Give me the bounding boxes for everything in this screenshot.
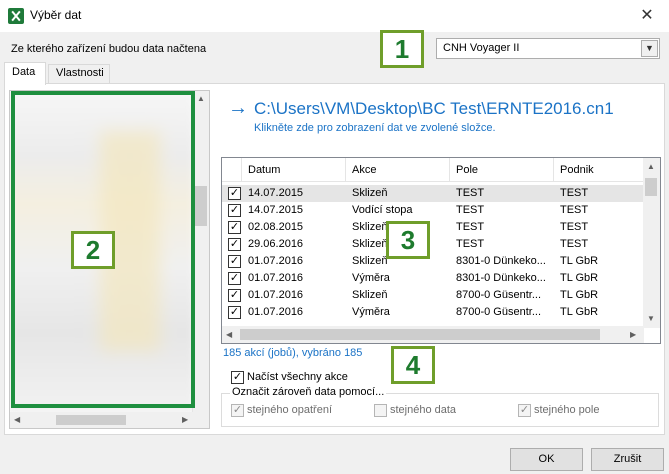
table-row[interactable]: ✓ 01.07.2016 Sklizeň 8700-0 Güsentr... T… [222, 287, 644, 304]
cell-action: Sklizeň [352, 187, 388, 199]
tab-properties[interactable]: Vlastnosti [48, 64, 110, 83]
folder-tree-horizontal-scrollbar[interactable]: ◀ ▶ [10, 412, 209, 428]
scroll-thumb[interactable] [56, 415, 126, 425]
scroll-left-icon[interactable]: ◀ [226, 330, 232, 339]
cell-company: TEST [560, 238, 589, 250]
cell-action: Sklizeň [352, 221, 388, 233]
device-label: Ze kterého zařízení budou data načtena [11, 43, 207, 55]
cell-field: 8700-0 Güsentr... [456, 306, 541, 318]
cancel-button[interactable]: Zrušit [591, 448, 664, 471]
cell-company: TEST [560, 204, 589, 216]
cell-field: TEST [456, 204, 485, 216]
table-row[interactable]: ✓ 14.07.2015 Vodící stopa TEST TEST [222, 202, 644, 219]
cell-company: TL GbR [560, 272, 599, 284]
row-checkbox[interactable]: ✓ [228, 238, 241, 251]
scroll-right-icon[interactable]: ▶ [182, 415, 188, 424]
scroll-thumb[interactable] [645, 178, 657, 196]
chevron-down-icon[interactable]: ▼ [641, 40, 658, 57]
cell-field: TEST [456, 238, 485, 250]
column-header-company[interactable]: Podnik [554, 158, 644, 182]
cell-field: 8301-0 Dünkeko... [456, 255, 546, 267]
cell-field: TEST [456, 187, 485, 199]
table-row[interactable]: ✓ 02.08.2015 Sklizeň TEST TEST [222, 219, 644, 236]
window-title: Výběr dat [30, 8, 82, 22]
cell-company: TL GbR [560, 306, 599, 318]
folder-path-link[interactable]: C:\Users\VM\Desktop\BC Test\ERNTE2016.cn… [254, 99, 614, 119]
row-checkbox[interactable]: ✓ [228, 289, 241, 302]
load-all-label[interactable]: Načíst všechny akce [247, 371, 348, 383]
cell-company: TL GbR [560, 289, 599, 301]
option-label: stejného opatření [247, 404, 333, 416]
jobs-table[interactable]: Datum Akce Pole Podnik ✓ 14.07.2015 Skli… [221, 157, 661, 344]
cell-date: 01.07.2016 [248, 289, 304, 301]
callout-3: 3 [386, 221, 430, 259]
cell-date: 01.07.2016 [248, 306, 304, 318]
cell-date: 01.07.2016 [248, 255, 304, 267]
cell-date: 02.08.2015 [248, 221, 304, 233]
scroll-up-icon[interactable]: ▲ [647, 162, 655, 171]
mark-group-title: Označit zároveň data pomocí... [230, 386, 387, 398]
row-checkbox[interactable]: ✓ [228, 187, 241, 200]
column-header-field[interactable]: Pole [450, 158, 554, 182]
table-horizontal-scrollbar[interactable]: ◀ ▶ [222, 326, 644, 343]
column-header-action[interactable]: Akce [346, 158, 450, 182]
row-checkbox[interactable]: ✓ [228, 272, 241, 285]
checkbox-box [374, 404, 387, 417]
cell-date: 14.07.2015 [248, 204, 304, 216]
table-header: Datum Akce Pole Podnik [222, 158, 644, 182]
table-row[interactable]: ✓ 29.06.2016 Sklizeň TEST TEST [222, 236, 644, 253]
ok-button[interactable]: OK [510, 448, 583, 471]
table-row[interactable]: ✓ 01.07.2016 Výměra 8301-0 Dünkeko... TL… [222, 270, 644, 287]
header-checkbox-column [222, 158, 242, 182]
row-checkbox[interactable]: ✓ [228, 204, 241, 217]
device-select-value: CNH Voyager II [443, 42, 520, 54]
cell-action: Sklizeň [352, 255, 388, 267]
cell-company: TEST [560, 221, 589, 233]
scroll-left-icon[interactable]: ◀ [14, 415, 20, 424]
device-select[interactable]: CNH Voyager II ▼ [436, 38, 660, 59]
cell-action: Sklizeň [352, 238, 388, 250]
cell-date: 14.07.2015 [248, 187, 304, 199]
cell-field: TEST [456, 221, 485, 233]
checkbox-box: ✓ [231, 404, 244, 417]
column-header-date[interactable]: Datum [242, 158, 346, 182]
row-checkbox[interactable]: ✓ [228, 306, 241, 319]
excel-app-icon [8, 8, 24, 24]
tab-data[interactable]: Data [4, 62, 46, 85]
cell-company: TL GbR [560, 255, 599, 267]
callout-1: 1 [380, 30, 424, 68]
cell-action: Vodící stopa [352, 204, 413, 216]
callout-4: 4 [391, 346, 435, 384]
checkbox-box[interactable]: ✓ [231, 371, 244, 384]
scroll-thumb[interactable] [240, 329, 600, 340]
cell-field: 8301-0 Dünkeko... [456, 272, 546, 284]
row-checkbox[interactable]: ✓ [228, 255, 241, 268]
cell-date: 29.06.2016 [248, 238, 304, 250]
cell-action: Sklizeň [352, 289, 388, 301]
row-checkbox[interactable]: ✓ [228, 221, 241, 234]
option-label: stejného pole [534, 404, 600, 416]
scroll-up-icon[interactable]: ▲ [197, 94, 205, 103]
title-bar: Výběr dat ✕ [0, 0, 669, 32]
callout-2: 2 [71, 231, 115, 269]
cell-field: 8700-0 Güsentr... [456, 289, 541, 301]
cell-action: Výměra [352, 272, 390, 284]
scroll-down-icon[interactable]: ▼ [647, 314, 655, 323]
table-row[interactable]: ✓ 14.07.2015 Sklizeň TEST TEST [222, 185, 644, 202]
table-row[interactable]: ✓ 01.07.2016 Sklizeň 8301-0 Dünkeko... T… [222, 253, 644, 270]
scroll-thumb[interactable] [195, 186, 207, 226]
arrow-right-icon[interactable]: → [228, 97, 248, 120]
jobs-summary: 185 akcí (jobů), vybráno 185 [223, 347, 363, 359]
option-label: stejného data [390, 404, 457, 416]
close-button[interactable]: ✕ [635, 5, 659, 27]
checkbox-box: ✓ [518, 404, 531, 417]
table-vertical-scrollbar[interactable]: ▲ ▼ [643, 158, 660, 328]
cell-date: 01.07.2016 [248, 272, 304, 284]
table-row[interactable]: ✓ 01.07.2016 Výměra 8700-0 Güsentr... TL… [222, 304, 644, 321]
scroll-right-icon[interactable]: ▶ [630, 330, 636, 339]
cell-action: Výměra [352, 306, 390, 318]
cell-company: TEST [560, 187, 589, 199]
folder-path-hint[interactable]: Klikněte zde pro zobrazení dat ve zvolen… [254, 122, 496, 134]
